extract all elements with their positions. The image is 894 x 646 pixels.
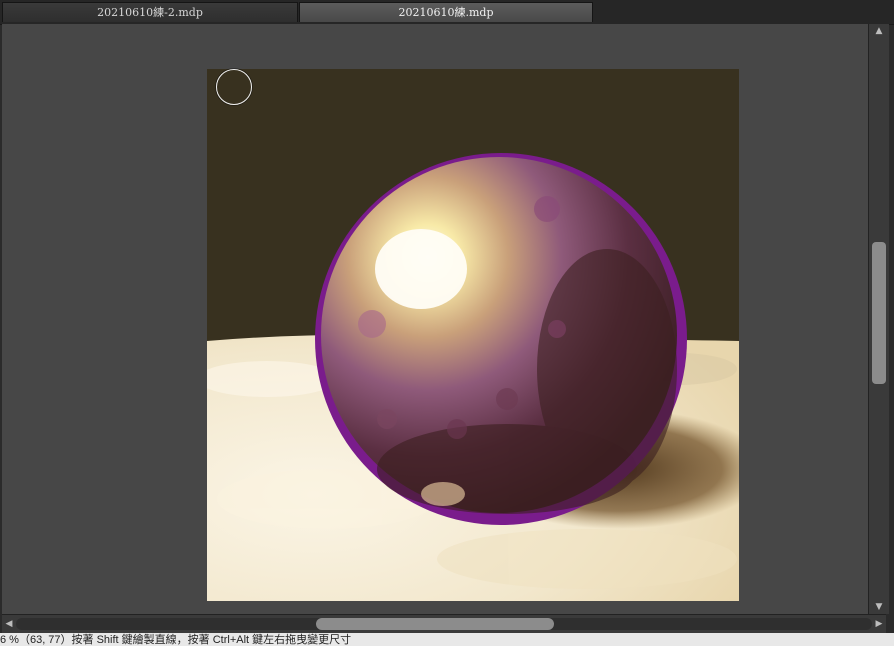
- painting-canvas[interactable]: [207, 69, 739, 601]
- sphere-reflection: [421, 482, 465, 506]
- sphere-highlight: [375, 229, 467, 309]
- status-text: 6 %（63, 77）按著 Shift 鍵繪製直線，按著 Ctrl+Alt 鍵左…: [0, 634, 352, 646]
- tab-document-active[interactable]: 20210610練.mdp: [299, 2, 593, 22]
- brush-cursor: [216, 69, 252, 105]
- scroll-right-icon[interactable]: ▶: [872, 615, 886, 633]
- tab-document-2[interactable]: 20210610練-2.mdp: [2, 2, 298, 22]
- horizontal-scroll-thumb[interactable]: [316, 618, 554, 630]
- vertical-scroll-thumb[interactable]: [872, 242, 886, 384]
- scroll-left-icon[interactable]: ◀: [2, 615, 16, 633]
- scroll-down-icon[interactable]: ▼: [869, 600, 889, 614]
- scroll-up-icon[interactable]: ▲: [869, 24, 889, 38]
- tab-bar: 20210610練-2.mdp 20210610練.mdp: [0, 0, 894, 25]
- canvas-workspace[interactable]: [2, 24, 868, 614]
- status-bar: 6 %（63, 77）按著 Shift 鍵繪製直線，按著 Ctrl+Alt 鍵左…: [0, 633, 894, 646]
- vertical-scrollbar[interactable]: ▲ ▼: [868, 24, 889, 614]
- horizontal-scrollbar[interactable]: ◀ ▶: [2, 614, 886, 633]
